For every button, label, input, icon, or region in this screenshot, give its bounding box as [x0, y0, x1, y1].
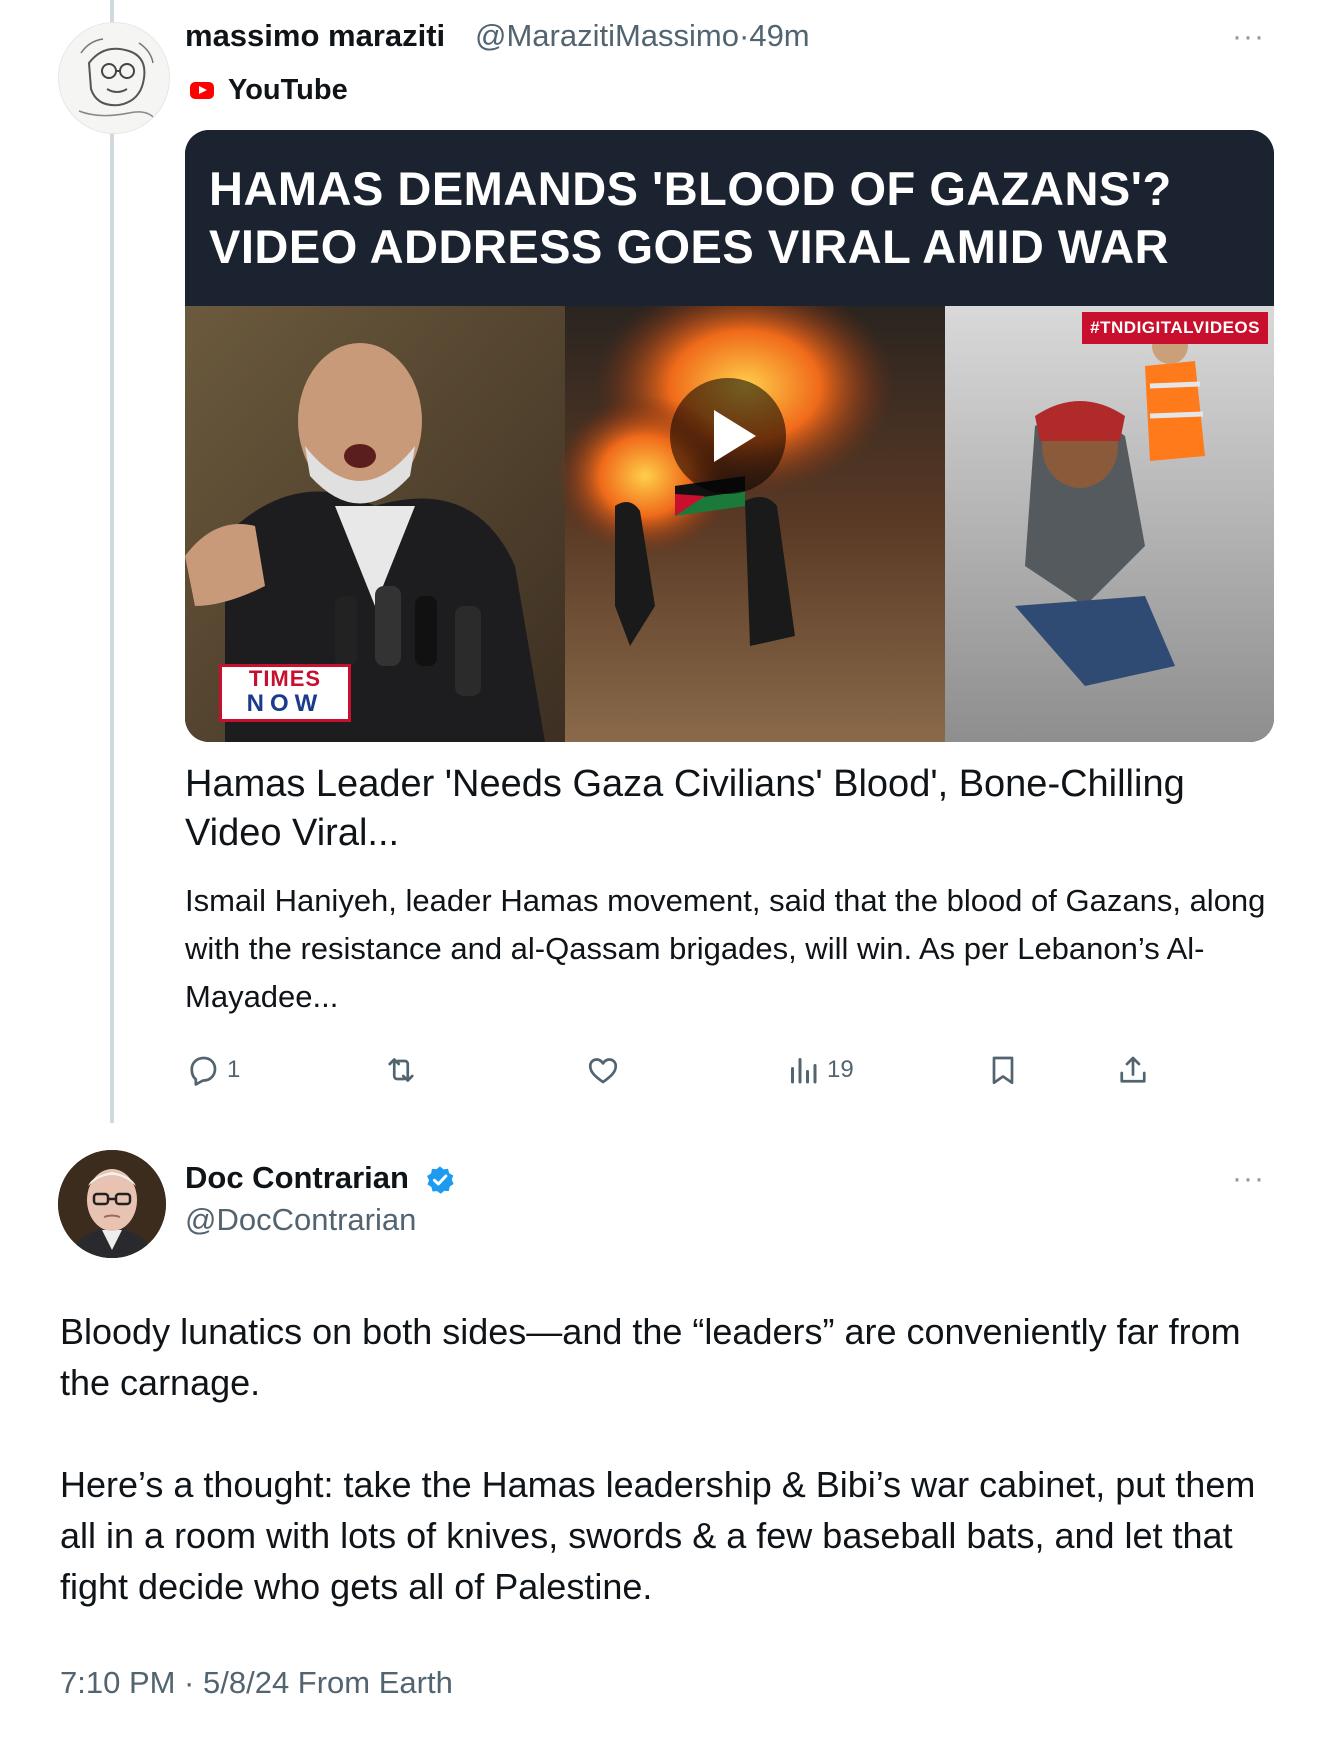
card-description: Ismail Haniyeh, leader Hamas movement, s…	[185, 883, 1266, 1014]
avatar-doc-contrarian[interactable]	[58, 1150, 166, 1258]
views-button[interactable]: 19	[785, 1050, 854, 1090]
author-name-text[interactable]: Doc Contrarian	[185, 1160, 409, 1195]
source-row: YouTube	[190, 70, 348, 110]
meta-separator: ·	[739, 18, 750, 53]
play-icon[interactable]	[670, 378, 786, 494]
views-icon	[791, 1058, 817, 1084]
share-icon	[1120, 1056, 1146, 1083]
video-thumbnail[interactable]: HAMAS DEMANDS 'BLOOD OF GAZANS'? VIDEO A…	[185, 130, 1274, 742]
thread-connector-line	[110, 0, 114, 1123]
avatar-massimo[interactable]	[58, 22, 170, 134]
like-icon	[588, 1058, 618, 1084]
tweet-age[interactable]: 49m	[749, 18, 809, 53]
views-count: 19	[827, 1056, 854, 1083]
tweet-text: Bloody lunatics on both sides—and the “l…	[60, 1306, 1290, 1663]
bookmark-button[interactable]	[985, 1050, 1021, 1090]
logo-top-text: TIMES	[248, 666, 322, 691]
bookmark-icon	[992, 1056, 1014, 1085]
thumbnail-headline: HAMAS DEMANDS 'BLOOD OF GAZANS'? VIDEO A…	[185, 130, 1274, 306]
tweet-paragraph-2: Here’s a thought: take the Hamas leaders…	[60, 1464, 1256, 1607]
author-name[interactable]: massimo maraziti	[185, 18, 445, 54]
reply-button[interactable]: 1	[185, 1050, 240, 1090]
like-button[interactable]	[585, 1050, 621, 1090]
source-label: YouTube	[228, 73, 348, 106]
retweet-button[interactable]	[383, 1050, 419, 1090]
times-now-logo: TIMES NOW	[219, 664, 351, 722]
headline-line-1: HAMAS DEMANDS 'BLOOD OF GAZANS'?	[209, 162, 1172, 215]
reply-icon	[190, 1056, 217, 1086]
verified-badge-icon[interactable]	[424, 1164, 456, 1196]
youtube-icon	[190, 81, 214, 99]
headline-line-2: VIDEO ADDRESS GOES VIRAL AMID WAR	[209, 220, 1170, 273]
author-name-2[interactable]: Doc Contrarian	[185, 1160, 456, 1196]
share-button[interactable]	[1115, 1050, 1151, 1090]
card-title[interactable]: Hamas Leader 'Needs Gaza Civilians' Bloo…	[185, 760, 1275, 858]
logo-bottom-text: NOW	[246, 690, 324, 717]
author-handle[interactable]: @MarazitiMassimo	[475, 18, 739, 53]
author-handle-2[interactable]: @DocContrarian	[185, 1202, 416, 1238]
more-icon[interactable]: ···	[1232, 20, 1265, 54]
tweet-timestamp[interactable]: 7:10 PM · 5/8/24 From Earth	[60, 1665, 453, 1701]
retweet-icon	[388, 1058, 414, 1082]
thumbnail-tag: #TNDIGITALVIDEOS	[1082, 312, 1268, 344]
author-handle-meta[interactable]: @MarazitiMassimo·49m	[475, 18, 810, 54]
tweet-paragraph-1: Bloody lunatics on both sides—and the “l…	[60, 1311, 1241, 1403]
more-icon-2[interactable]: ···	[1232, 1162, 1265, 1196]
reply-count: 1	[227, 1056, 241, 1083]
